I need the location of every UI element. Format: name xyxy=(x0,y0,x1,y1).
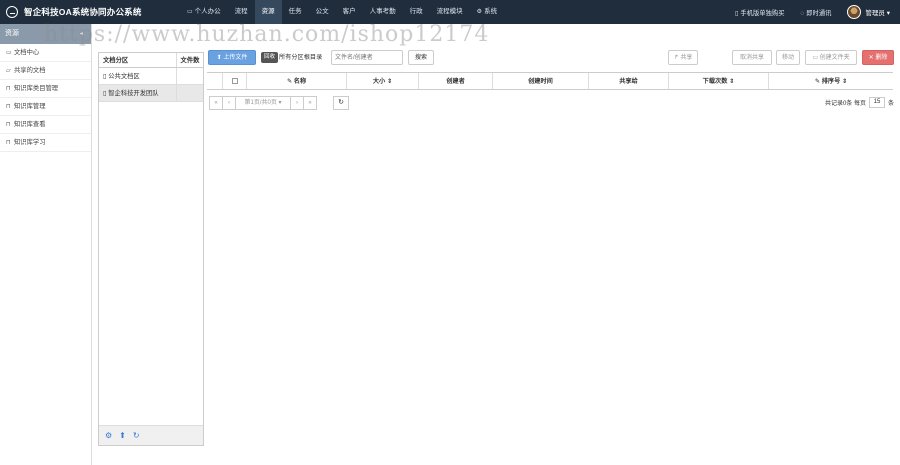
first-page-button[interactable]: « xyxy=(209,96,223,110)
sidebar-header: 资源 ◂ xyxy=(0,24,91,44)
tree-col-count: 文件数 xyxy=(180,57,200,64)
refresh-button[interactable]: ↻ xyxy=(333,96,349,110)
last-page-button[interactable]: » xyxy=(303,96,317,110)
upload-button[interactable]: ⬆ 上传文件 xyxy=(208,50,256,65)
bookmark-icon: ⊓ xyxy=(6,140,11,146)
upload-icon: ⬆ xyxy=(216,55,222,61)
nav-item-workflow[interactable]: 流程 xyxy=(228,0,255,24)
delete-button[interactable]: ✕ 删除 xyxy=(862,50,894,65)
prev-page-button[interactable]: ‹ xyxy=(222,96,236,110)
collapse-arrow-icon[interactable]: ◂ xyxy=(80,24,83,44)
bookmark-icon: ⊓ xyxy=(6,104,11,110)
move-button[interactable]: 移动 xyxy=(776,50,800,65)
sidebar: 资源 ◂ ▭ 文档中心 ▱ 共享的文档 ⊓ 知识库类目管理 ⊓ 知识库管理 ⊓ 知识库查看… xyxy=(0,24,92,465)
col-created-at[interactable]: 创建时间 xyxy=(493,73,589,89)
nav-item-customer[interactable]: 客户 xyxy=(336,0,363,24)
top-right: ▯ 手机版单独购买 ◌ 即时通讯 管理员 ▾ xyxy=(735,0,900,24)
bookmark-icon: ⊓ xyxy=(6,122,11,128)
col-shared-to[interactable]: 共享给 xyxy=(589,73,669,89)
sidebar-item-kb-view[interactable]: ⊓ 知识库查看 xyxy=(0,116,91,134)
sidebar-item-shared-docs[interactable]: ▱ 共享的文档 xyxy=(0,62,91,80)
nav-item-document[interactable]: 公文 xyxy=(309,0,336,24)
tree-col-partition: 文档分区 xyxy=(99,53,177,67)
col-creator[interactable]: 创建者 xyxy=(419,73,493,89)
sidebar-item-kb-manage[interactable]: ⊓ 知识库管理 xyxy=(0,98,91,116)
trash-icon: ✕ xyxy=(868,55,874,61)
tree-header: 文档分区 文件数 xyxy=(99,53,203,68)
pencil-icon: ✎ xyxy=(286,78,293,85)
main-nav: ▭ 个人办公 流程 资源 任务 公文 客户 人事考勤 行政 流程模块 ⚙ 系统 xyxy=(180,0,504,24)
sort-icon: ⇕ xyxy=(386,78,393,85)
file-icon: ▯ xyxy=(103,73,107,80)
nav-item-hr[interactable]: 人事考勤 xyxy=(363,0,403,24)
page-size-select[interactable]: 15 xyxy=(868,97,885,108)
tree-row[interactable]: ▯ 公共文档区 xyxy=(99,68,203,85)
page-select[interactable]: 第1页/共0页 ▾ xyxy=(235,96,291,110)
file-grid: ✎ 名称 大小 ⇕ 创建者 创建时间 共享给 下载次数 ⇕ ✎ 排序号 ⇕ xyxy=(207,72,893,90)
tree-footer: ⚙ ⬆ ↻ xyxy=(99,425,203,445)
sidebar-item-doc-center[interactable]: ▭ 文档中心 xyxy=(0,44,91,62)
next-page-button[interactable]: › xyxy=(290,96,304,110)
settings-icon[interactable]: ⚙ xyxy=(105,431,112,440)
pagination: « ‹ 第1页/共0页 ▾ › » xyxy=(209,96,317,110)
phone-icon: ▯ xyxy=(734,9,739,17)
app-title: 智企科技OA系统协同办公系统 xyxy=(24,7,142,17)
user-menu[interactable]: 管理员 ▾ xyxy=(865,7,890,17)
refresh-icon[interactable]: ↻ xyxy=(133,431,140,440)
arrow-up-icon[interactable]: ⬆ xyxy=(119,431,126,440)
col-size[interactable]: 大小 ⇕ xyxy=(347,73,419,89)
partition-tree: 文档分区 文件数 ▯ 公共文档区 ▯ 智企科技开发团队 ⚙ ⬆ ↻ xyxy=(98,52,204,446)
select-all-checkbox[interactable] xyxy=(223,73,247,89)
bookmark-icon: ⊓ xyxy=(6,86,11,92)
col-name[interactable]: ✎ 名称 xyxy=(247,73,347,89)
unshare-button[interactable]: 取消共享 xyxy=(732,50,772,65)
caret-down-icon: ▾ xyxy=(278,100,282,106)
monitor-icon: ▭ xyxy=(187,9,193,15)
folder-icon: ▭ xyxy=(812,55,818,61)
sidebar-item-kb-category[interactable]: ⊓ 知识库类目管理 xyxy=(0,80,91,98)
search-button[interactable]: 搜索 xyxy=(408,50,434,65)
folder-icon: ▭ xyxy=(6,50,12,56)
nav-item-resource[interactable]: 资源 xyxy=(254,0,282,24)
im-link[interactable]: ◌ 即时通讯 xyxy=(800,8,831,17)
folder-open-icon: ▱ xyxy=(6,68,11,74)
gear-icon: ⚙ xyxy=(476,9,483,15)
root-label: 所有分区根目录 xyxy=(279,54,323,61)
mobile-link[interactable]: ▯ 手机版单独购买 xyxy=(735,8,785,17)
refresh-icon: ↻ xyxy=(338,99,344,106)
nav-item-personal[interactable]: ▭ 个人办公 xyxy=(180,0,228,24)
grid-header: ✎ 名称 大小 ⇕ 创建者 创建时间 共享给 下载次数 ⇕ ✎ 排序号 ⇕ xyxy=(207,72,893,90)
nav-item-system[interactable]: ⚙ 系统 xyxy=(470,0,504,24)
pencil-icon: ✎ xyxy=(814,78,820,85)
sort-icon: ⇕ xyxy=(842,78,848,85)
recycle-tag[interactable]: 回收 xyxy=(261,52,279,63)
file-icon: ▯ xyxy=(103,90,107,97)
share-icon: ↱ xyxy=(673,55,679,61)
chat-logo-icon xyxy=(6,6,18,18)
nav-item-task[interactable]: 任务 xyxy=(282,0,309,24)
col-sort-order[interactable]: ✎ 排序号 ⇕ xyxy=(769,73,893,89)
brand[interactable]: 智企科技OA系统协同办公系统 xyxy=(0,6,180,18)
sidebar-item-kb-learn[interactable]: ⊓ 知识库学习 xyxy=(0,134,91,152)
share-button[interactable]: ↱ 共享 xyxy=(668,50,698,65)
new-folder-button[interactable]: ▭ 创建文件夹 xyxy=(805,50,857,65)
top-navbar: 智企科技OA系统协同办公系统 ▭ 个人办公 流程 资源 任务 公文 客户 人事考勤… xyxy=(0,0,900,24)
search-input[interactable] xyxy=(331,50,403,65)
avatar[interactable] xyxy=(847,5,862,19)
nav-item-workflow-module[interactable]: 流程模块 xyxy=(430,0,470,24)
chat-icon: ◌ xyxy=(800,9,805,17)
tree-row[interactable]: ▯ 智企科技开发团队 xyxy=(99,85,203,102)
col-downloads[interactable]: 下载次数 ⇕ xyxy=(669,73,769,89)
sort-icon: ⇕ xyxy=(729,78,735,85)
caret-down-icon: ▾ xyxy=(886,10,890,17)
nav-item-admin[interactable]: 行政 xyxy=(403,0,430,24)
page-info: 共记录0条 每页 15 条 xyxy=(824,97,894,108)
watermark: https://www.huzhan.com/ishop12174 xyxy=(44,22,490,47)
